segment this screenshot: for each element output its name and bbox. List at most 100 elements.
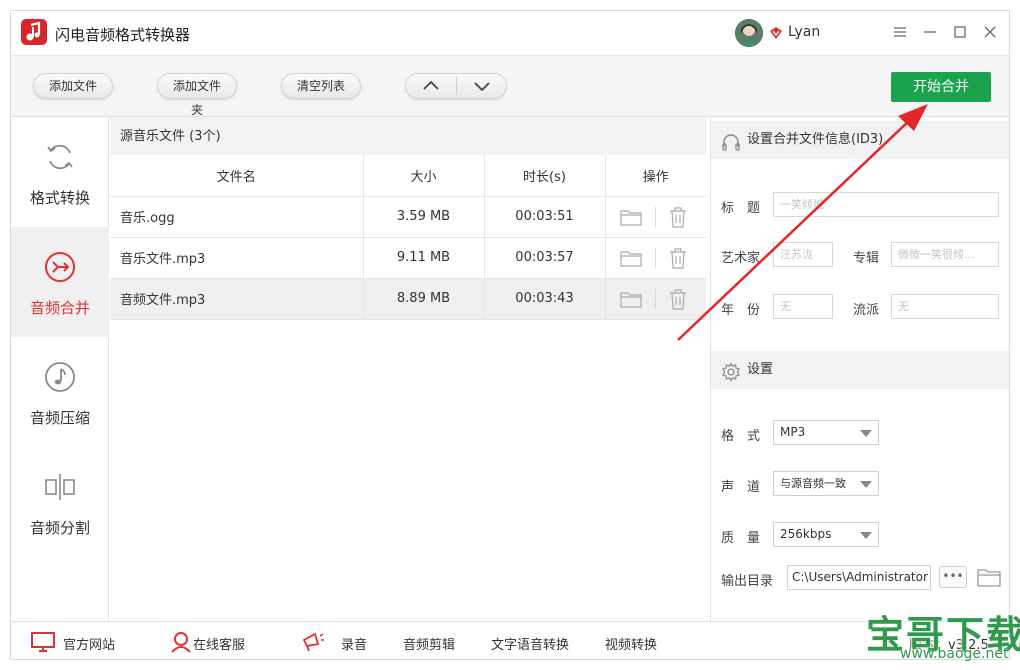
settings-panel: 设置合并文件信息(ID3) 标 题 一笑倾城 艺术家 汪苏泷 专辑 微微一笑很倾… (710, 117, 1009, 621)
channel-select[interactable]: 与源音频一致 (773, 471, 879, 496)
record-link[interactable]: 录音 (341, 634, 367, 653)
gear-icon (721, 360, 741, 382)
file-size: 3.59 MB (363, 196, 485, 238)
artist-label: 艺术家 (721, 251, 761, 266)
minimize-icon[interactable] (919, 21, 941, 43)
refresh-icon (44, 141, 76, 173)
file-list-panel: 源音乐文件 (3个) 文件名 大小 时长(s) 操作 音乐.ogg 3.59 M… (110, 117, 706, 621)
music-note-icon (44, 361, 76, 393)
artist-field[interactable]: 汪苏泷 (773, 242, 833, 267)
sidebar-item-label: 音频分割 (29, 519, 90, 537)
settings-section-header: 设置 (711, 351, 1009, 389)
album-field[interactable]: 微微一笑很倾... (891, 242, 999, 267)
online-support-link[interactable]: 在线客服 (193, 634, 245, 653)
quality-value: 256kbps (780, 527, 832, 541)
customer-service-icon[interactable] (169, 631, 193, 653)
sidebar-item-audio-split[interactable]: 音频分割 (11, 447, 109, 557)
sidebar-item-format-convert[interactable]: 格式转换 (11, 117, 109, 227)
maximize-icon[interactable] (949, 21, 971, 43)
open-folder-icon[interactable] (977, 567, 1001, 587)
file-name: 音乐文件.mp3 (110, 237, 364, 279)
sidebar-item-audio-merge[interactable]: 音频合并 (11, 227, 109, 337)
id3-section-header: 设置合并文件信息(ID3) (711, 121, 1009, 159)
format-label: 格 式 (721, 429, 761, 444)
menu-icon[interactable] (889, 21, 911, 43)
year-field[interactable]: 无 (773, 294, 833, 319)
add-file-button[interactable]: 添加文件 (33, 73, 113, 99)
title-bar: 闪电音频格式转换器 Lyan (11, 11, 1009, 55)
table-row[interactable]: 音乐文件.mp3 9.11 MB 00:03:57 (110, 237, 706, 279)
add-folder-button[interactable]: 添加文件夹 (157, 73, 237, 117)
headphones-icon (721, 130, 741, 151)
official-site-link[interactable]: 官方网站 (63, 634, 115, 653)
video-convert-link[interactable]: 视频转换 (605, 634, 657, 653)
browse-button[interactable]: ••• (939, 566, 967, 588)
actions-divider (654, 206, 656, 227)
vip-crown-icon (769, 26, 783, 40)
format-select[interactable]: MP3 (773, 420, 879, 445)
album-label: 专辑 (853, 251, 880, 266)
genre-field[interactable]: 无 (891, 294, 999, 319)
open-folder-icon[interactable] (619, 208, 642, 226)
column-header-size: 大小 (363, 155, 485, 197)
file-size: 9.11 MB (363, 237, 485, 279)
file-size: 8.89 MB (363, 278, 485, 320)
quality-select[interactable]: 256kbps (773, 522, 879, 547)
title-field[interactable]: 一笑倾城 (773, 192, 999, 217)
file-actions (605, 237, 706, 279)
open-folder-icon[interactable] (619, 249, 642, 267)
settings-heading: 设置 (747, 362, 774, 377)
start-merge-button[interactable]: 开始合并 (891, 72, 991, 102)
format-value: MP3 (780, 425, 806, 439)
delete-icon[interactable] (668, 288, 688, 310)
chevron-down-icon (860, 430, 872, 437)
actions-divider (654, 247, 656, 268)
text-to-speech-link[interactable]: 文字语音转换 (491, 634, 569, 653)
channel-value: 与源音频一致 (780, 477, 846, 490)
app-title: 闪电音频格式转换器 (55, 26, 191, 44)
move-up-button[interactable] (406, 74, 456, 98)
output-dir-field[interactable]: C:\Users\Administrator (787, 565, 931, 590)
delete-icon[interactable] (668, 247, 688, 269)
chevron-down-icon (860, 481, 872, 488)
table-header-row: 文件名 大小 时长(s) 操作 (110, 155, 706, 197)
clear-list-button[interactable]: 清空列表 (281, 73, 361, 99)
audio-edit-link[interactable]: 音频剪辑 (403, 634, 455, 653)
split-icon (44, 471, 76, 503)
table-row[interactable]: 音频文件.mp3 8.89 MB 00:03:43 (110, 278, 706, 320)
actions-divider (654, 288, 656, 309)
watermark-url: www.baoge.net (900, 646, 1009, 662)
sidebar-item-audio-compress[interactable]: 音频压缩 (11, 337, 109, 447)
quality-label: 质 量 (721, 531, 761, 546)
user-avatar[interactable] (735, 19, 763, 47)
megaphone-icon[interactable] (301, 631, 325, 653)
file-actions (605, 196, 706, 238)
sidebar-item-label: 音频压缩 (29, 409, 90, 427)
channel-label: 声 道 (721, 480, 761, 495)
genre-label: 流派 (853, 303, 880, 318)
file-name: 音频文件.mp3 (110, 278, 364, 320)
file-list-header: 源音乐文件 (3个) (110, 117, 706, 155)
open-folder-icon[interactable] (619, 290, 642, 308)
close-icon[interactable] (979, 21, 1001, 43)
app-logo-icon (21, 19, 47, 45)
sidebar-item-label: 音频合并 (29, 299, 90, 317)
year-label: 年 份 (721, 303, 761, 318)
delete-icon[interactable] (668, 206, 688, 228)
footer: 官方网站 在线客服 录音 音频剪辑 文字语音转换 视频转换 版本：v3.2.5 (11, 621, 1009, 659)
sidebar: 格式转换 音频合并 音频压缩 音频分割 (11, 117, 109, 621)
id3-heading: 设置合并文件信息(ID3) (747, 132, 884, 147)
file-duration: 00:03:57 (484, 237, 606, 279)
username[interactable]: Lyan (788, 24, 820, 40)
monitor-icon[interactable] (31, 631, 55, 653)
table-row[interactable]: 音乐.ogg 3.59 MB 00:03:51 (110, 196, 706, 238)
file-actions (605, 278, 706, 320)
output-dir-label: 输出目录 (721, 574, 774, 589)
merge-icon (44, 251, 76, 283)
sidebar-item-label: 格式转换 (29, 189, 90, 207)
column-header-duration: 时长(s) (484, 155, 606, 197)
chevron-up-icon (423, 80, 439, 90)
move-down-button[interactable] (457, 74, 507, 98)
app-window: 闪电音频格式转换器 Lyan 添加文件 添加文件夹 清空列表 开始合并 格式转换… (10, 10, 1010, 660)
title-label: 标 题 (721, 201, 761, 216)
